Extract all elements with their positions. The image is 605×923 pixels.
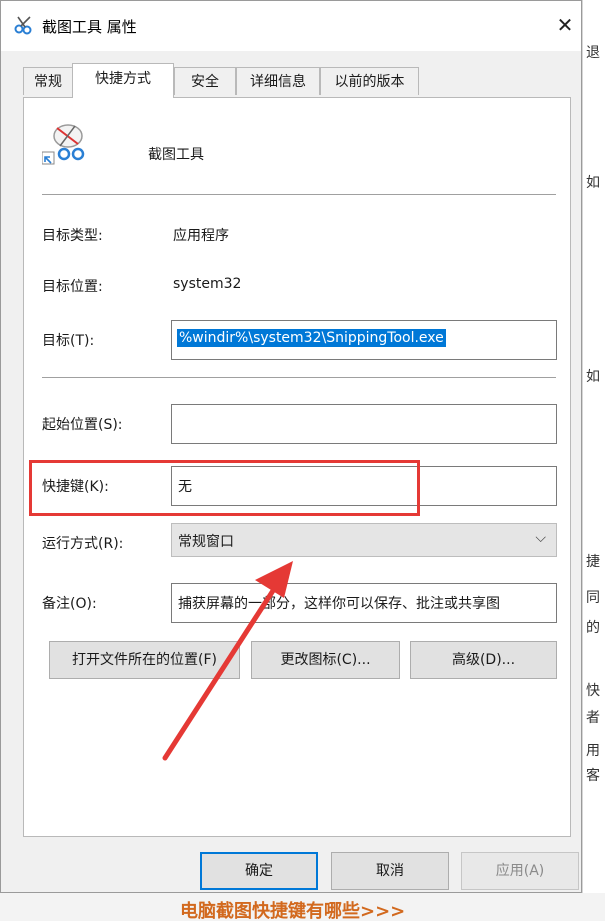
title-bar[interactable]: 截图工具 属性 ✕ (1, 1, 581, 51)
divider (42, 377, 556, 378)
background-text: 客 (586, 768, 600, 784)
hotkey-label: 快捷键(K): (42, 479, 109, 495)
tab-previous-versions[interactable]: 以前的版本 (320, 67, 419, 95)
run-select[interactable]: 常规窗口 ⌵ (171, 523, 557, 557)
run-label: 运行方式(R): (42, 536, 124, 552)
tab-security[interactable]: 安全 (174, 67, 236, 95)
chevron-down-icon: ⌵ (535, 530, 546, 546)
properties-dialog: 截图工具 属性 ✕ 常规 快捷方式 安全 详细信息 以前的版本 截图工具 目标类… (0, 0, 582, 893)
background-text: 的 (586, 620, 600, 636)
comment-input[interactable]: 捕获屏幕的一部分，这样你可以保存、批注或共享图 (171, 583, 557, 623)
tab-general[interactable]: 常规 (23, 67, 73, 95)
comment-label: 备注(O): (42, 596, 97, 612)
background-text: 同 (586, 590, 600, 606)
change-icon-button[interactable]: 更改图标(C)... (251, 641, 400, 679)
target-input-text: %windir%\system32\SnippingTool.exe (177, 329, 446, 347)
divider (42, 194, 556, 195)
tab-shortcut[interactable]: 快捷方式 (72, 63, 174, 98)
target-location-value: system32 (173, 276, 242, 292)
hotkey-input-text: 无 (178, 479, 192, 495)
target-location-label: 目标位置: (42, 279, 103, 295)
background-text: 如 (586, 175, 600, 191)
snipping-tool-icon (14, 16, 32, 35)
advanced-button[interactable]: 高级(D)... (410, 641, 557, 679)
ok-button[interactable]: 确定 (200, 852, 318, 890)
comment-input-text: 捕获屏幕的一部分，这样你可以保存、批注或共享图 (178, 596, 500, 612)
run-select-value: 常规窗口 (178, 534, 234, 550)
start-in-input[interactable] (171, 404, 557, 444)
app-name: 截图工具 (148, 147, 204, 163)
apply-button[interactable]: 应用(A) (461, 852, 579, 890)
background-text: 者 (586, 710, 600, 726)
background-text: 如 (586, 369, 600, 385)
background-text: 快 (586, 683, 600, 699)
app-icon (42, 124, 85, 165)
target-input[interactable]: %windir%\system32\SnippingTool.exe (171, 320, 557, 360)
target-type-value: 应用程序 (173, 228, 229, 244)
open-file-location-button[interactable]: 打开文件所在的位置(F) (49, 641, 240, 679)
close-button[interactable]: ✕ (549, 7, 581, 43)
background-text: 用 (586, 743, 600, 759)
background-text: 退 (586, 45, 600, 61)
target-label: 目标(T): (42, 333, 95, 349)
hotkey-input[interactable]: 无 (171, 466, 557, 506)
background-article-link[interactable]: 电脑截图快捷键有哪些>>> (180, 897, 405, 923)
tab-details[interactable]: 详细信息 (236, 67, 320, 95)
window-title: 截图工具 属性 (42, 18, 137, 36)
start-in-label: 起始位置(S): (42, 417, 123, 433)
background-text: 捷 (586, 554, 600, 570)
cancel-button[interactable]: 取消 (331, 852, 449, 890)
target-type-label: 目标类型: (42, 228, 103, 244)
shortcut-panel: 截图工具 目标类型: 应用程序 目标位置: system32 目标(T): %w… (23, 97, 571, 837)
